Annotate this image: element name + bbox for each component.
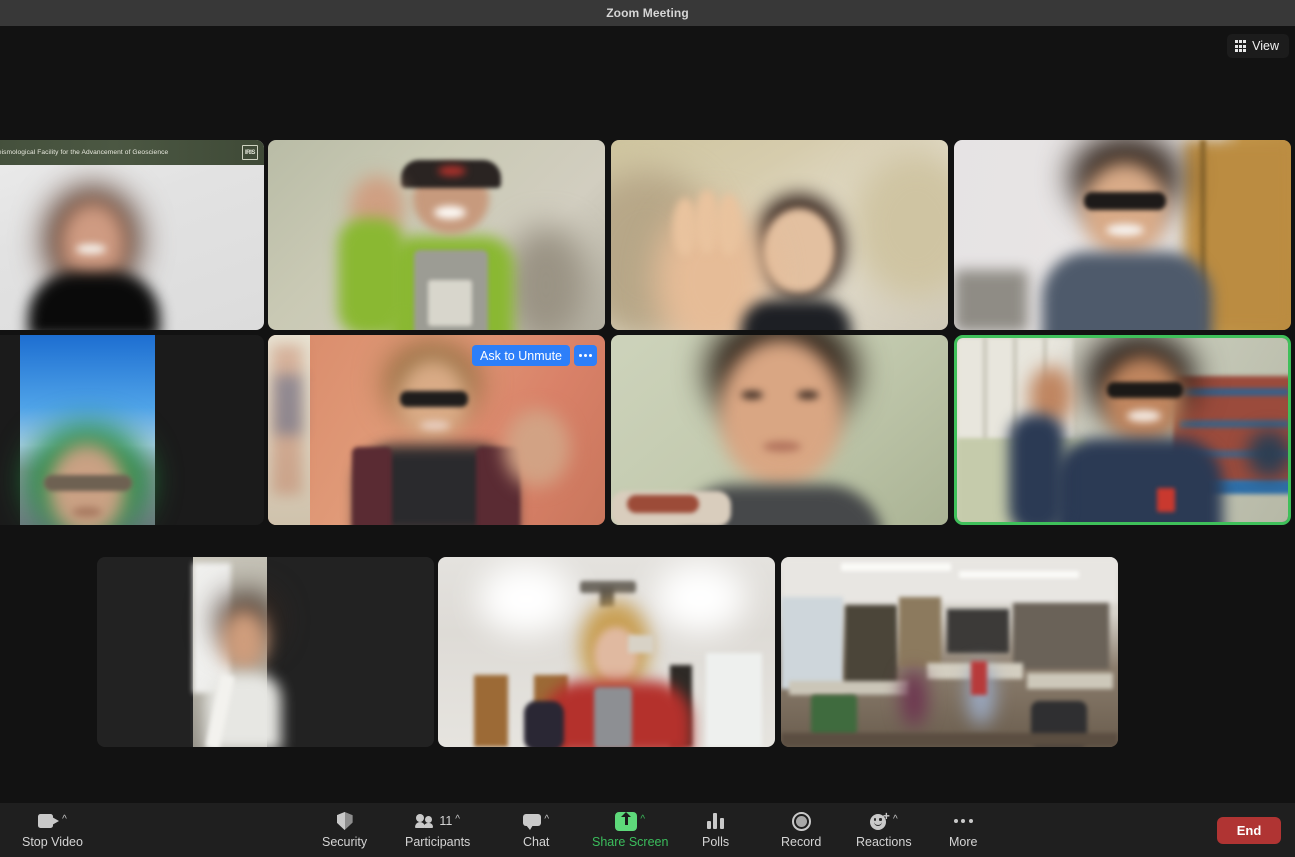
video-tile-3[interactable] xyxy=(611,140,948,330)
video-icon xyxy=(38,814,60,828)
video-gallery-stage: View s Seismological Facility for the Ad… xyxy=(0,26,1295,803)
virtual-background-banner-text: s Seismological Facility for the Advance… xyxy=(0,149,169,156)
toolbar-label-share-screen: Share Screen xyxy=(592,835,669,849)
toolbar-label-more: More xyxy=(949,835,978,849)
video-tile-1-media: s Seismological Facility for the Advance… xyxy=(0,140,264,330)
toolbar-button-security[interactable]: Security xyxy=(322,808,367,849)
toolbar-button-participants[interactable]: 11 ^ Participants xyxy=(405,808,470,849)
record-icon xyxy=(791,811,811,831)
video-tile-5[interactable] xyxy=(0,335,264,525)
participants-count-badge: 11 xyxy=(439,814,453,828)
shield-icon xyxy=(336,812,353,830)
toolbar-button-record[interactable]: Record xyxy=(781,808,821,849)
smiley-plus-icon: + xyxy=(869,810,890,830)
toolbar-button-share-screen[interactable]: ^ Share Screen xyxy=(592,808,668,849)
video-tile-9[interactable] xyxy=(97,557,434,747)
view-button-label: View xyxy=(1252,39,1279,53)
end-meeting-button[interactable]: End xyxy=(1217,817,1281,844)
video-tile-6[interactable]: Ask to Unmute xyxy=(268,335,605,525)
video-tile-4[interactable] xyxy=(954,140,1291,330)
video-tile-3-media xyxy=(611,140,948,330)
toolbar-button-reactions[interactable]: + ^ Reactions xyxy=(856,808,912,849)
toolbar-label-polls: Polls xyxy=(702,835,730,849)
toolbar-label-participants: Participants xyxy=(405,835,471,849)
chevron-up-icon[interactable]: ^ xyxy=(640,815,645,825)
video-tile-4-media xyxy=(954,140,1291,330)
ellipsis-icon xyxy=(953,813,973,829)
toolbar-button-chat[interactable]: ^ Chat xyxy=(523,808,549,849)
toolbar-button-polls[interactable]: Polls xyxy=(702,808,729,849)
video-tile-10-media xyxy=(438,557,775,747)
video-tile-5-media xyxy=(0,335,264,525)
meeting-toolbar: ^ ^ Stop Video Security 11 ^ xyxy=(0,803,1295,857)
chevron-up-icon[interactable]: ^ xyxy=(893,815,898,825)
people-icon xyxy=(415,814,435,828)
video-tile-8-active-speaker[interactable] xyxy=(954,335,1291,525)
window-title: Zoom Meeting xyxy=(606,6,689,20)
chevron-up-icon[interactable]: ^ xyxy=(544,815,549,825)
toolbar-button-more[interactable]: More xyxy=(949,808,977,849)
video-tile-2[interactable] xyxy=(268,140,605,330)
share-up-icon xyxy=(615,811,638,831)
video-tile-10[interactable] xyxy=(438,557,775,747)
toolbar-label-record: Record xyxy=(781,835,822,849)
iris-logo: IRIS xyxy=(242,145,258,160)
toolbar-button-stop-video[interactable]: ^ Stop Video xyxy=(22,808,83,849)
video-tile-11[interactable] xyxy=(781,557,1118,747)
video-tile-7[interactable] xyxy=(611,335,948,525)
window-titlebar: Zoom Meeting xyxy=(0,0,1295,26)
video-tile-11-media xyxy=(781,557,1118,747)
tile-more-options-button[interactable] xyxy=(574,345,597,366)
toolbar-label-stop-video: Stop Video xyxy=(22,835,83,849)
ask-to-unmute-controls: Ask to Unmute xyxy=(472,345,597,366)
video-tile-8-media xyxy=(957,338,1288,522)
grid-icon xyxy=(1234,40,1247,52)
video-tile-7-media xyxy=(611,335,948,525)
video-tile-9-media xyxy=(97,557,434,747)
chevron-up-icon[interactable]: ^ xyxy=(62,815,67,825)
toolbar-label-security: Security xyxy=(322,835,368,849)
video-tile-1[interactable]: s Seismological Facility for the Advance… xyxy=(0,140,264,330)
chat-icon xyxy=(523,813,542,830)
zoom-meeting-window: Zoom Meeting View s Seismological Facili… xyxy=(0,0,1295,857)
video-tile-2-media xyxy=(268,140,605,330)
toolbar-label-chat: Chat xyxy=(523,835,550,849)
chevron-up-icon[interactable]: ^ xyxy=(455,815,460,825)
toolbar-label-reactions: Reactions xyxy=(856,835,912,849)
bar-chart-icon xyxy=(706,813,725,829)
view-button[interactable]: View xyxy=(1226,34,1289,58)
virtual-background-banner: s Seismological Facility for the Advance… xyxy=(0,140,264,165)
ask-to-unmute-button[interactable]: Ask to Unmute xyxy=(472,345,570,366)
